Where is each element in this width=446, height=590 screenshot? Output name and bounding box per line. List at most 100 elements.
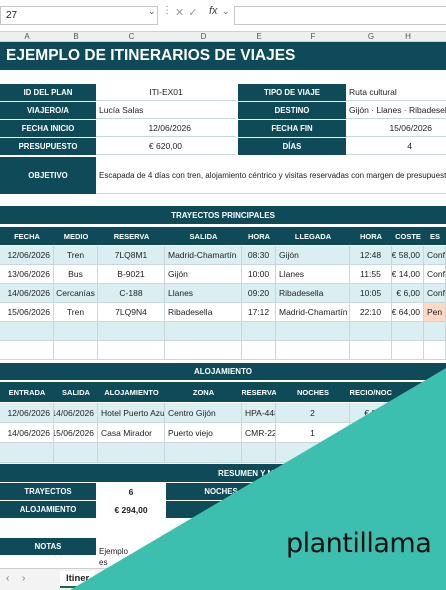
trayectos-cell[interactable]: 12/06/2026: [0, 246, 54, 265]
value-viajero[interactable]: Lucía Salas: [96, 102, 236, 119]
trayectos-cell[interactable]: 09:20: [242, 284, 276, 303]
trayectos-cell[interactable]: € 14,00: [392, 265, 424, 284]
sheet-tab-itinerario[interactable]: Itiner: [60, 571, 96, 588]
value-fecha-fin[interactable]: 15/06/2026: [346, 120, 446, 137]
trayectos-cell[interactable]: Pen: [424, 303, 446, 322]
trayectos-cell[interactable]: 7LQ9N4: [98, 303, 165, 322]
trayectos-cell[interactable]: [165, 341, 242, 360]
formula-input[interactable]: [234, 6, 446, 25]
alojamiento-cell[interactable]: 12/06/2026: [0, 403, 54, 423]
column-header[interactable]: A: [0, 32, 54, 42]
alojamiento-cell[interactable]: Hotel Puerto Azul: [98, 403, 165, 423]
trayectos-cell[interactable]: [350, 322, 392, 341]
trayectos-cell[interactable]: [276, 341, 350, 360]
alojamiento-cell[interactable]: [392, 443, 446, 463]
trayectos-cell[interactable]: [54, 322, 98, 341]
alojamiento-cell[interactable]: [392, 423, 446, 443]
trayectos-cell[interactable]: € 58,00: [392, 246, 424, 265]
trayectos-cell[interactable]: Tren: [54, 246, 98, 265]
tab-next-icon[interactable]: ›: [22, 573, 25, 584]
trayectos-cell[interactable]: [242, 322, 276, 341]
alojamiento-cell[interactable]: [392, 403, 446, 423]
alojamiento-cell[interactable]: [0, 443, 54, 463]
trayectos-cell[interactable]: [242, 341, 276, 360]
trayectos-cell[interactable]: 10:05: [350, 284, 392, 303]
alojamiento-cell[interactable]: 15/06/2026: [54, 423, 98, 443]
column-header[interactable]: F: [276, 32, 350, 42]
trayectos-cell[interactable]: 08:30: [242, 246, 276, 265]
alojamiento-cell[interactable]: 1: [276, 423, 350, 443]
trayectos-cell[interactable]: Ribadesella: [276, 284, 350, 303]
trayectos-cell[interactable]: 7LQ8M1: [98, 246, 165, 265]
value-tipo-viaje[interactable]: Ruta cultural: [346, 84, 446, 101]
alojamiento-cell[interactable]: [242, 443, 276, 463]
more-icon[interactable]: ⋮: [162, 5, 172, 16]
value-notas[interactable]: Ejemplo: [96, 545, 156, 557]
alojamiento-cell[interactable]: Centro Gijón: [165, 403, 242, 423]
value-presupuesto[interactable]: € 620,00: [96, 138, 236, 155]
value-alojamiento[interactable]: € 294,00: [96, 501, 166, 518]
trayectos-cell[interactable]: [424, 341, 446, 360]
column-header[interactable]: E: [242, 32, 276, 42]
trayectos-cell[interactable]: [350, 341, 392, 360]
trayectos-cell[interactable]: [165, 322, 242, 341]
alojamiento-cell[interactable]: € 92,0: [350, 403, 392, 423]
trayectos-cell[interactable]: Conf: [424, 284, 446, 303]
trayectos-cell[interactable]: 15/06/2026: [0, 303, 54, 322]
trayectos-cell[interactable]: Ribadesella: [165, 303, 242, 322]
alojamiento-cell[interactable]: CMR-2219: [242, 423, 276, 443]
trayectos-cell[interactable]: Madrid-Chamartín: [276, 303, 350, 322]
column-header[interactable]: H: [392, 32, 424, 42]
trayectos-cell[interactable]: [392, 341, 424, 360]
trayectos-cell[interactable]: [54, 341, 98, 360]
alojamiento-cell[interactable]: [98, 443, 165, 463]
trayectos-cell[interactable]: Llanes: [276, 265, 350, 284]
trayectos-cell[interactable]: Gijón: [276, 246, 350, 265]
trayectos-cell[interactable]: [0, 322, 54, 341]
trayectos-cell[interactable]: € 64,00: [392, 303, 424, 322]
alojamiento-cell[interactable]: 14/06/2026: [0, 423, 54, 443]
trayectos-cell[interactable]: 11:55: [350, 265, 392, 284]
trayectos-cell[interactable]: C-188: [98, 284, 165, 303]
column-header[interactable]: B: [54, 32, 98, 42]
alojamiento-cell[interactable]: 2: [276, 403, 350, 423]
value-dias[interactable]: 4: [346, 138, 446, 155]
column-header[interactable]: C: [98, 32, 165, 42]
formula-expand-icon[interactable]: ⌄: [222, 6, 230, 17]
trayectos-cell[interactable]: Bus: [54, 265, 98, 284]
trayectos-cell[interactable]: Gijón: [165, 265, 242, 284]
trayectos-cell[interactable]: B-9021: [98, 265, 165, 284]
trayectos-cell[interactable]: [98, 322, 165, 341]
trayectos-cell[interactable]: Conf: [424, 246, 446, 265]
tab-prev-icon[interactable]: ‹: [6, 573, 9, 584]
trayectos-cell[interactable]: [0, 341, 54, 360]
value-objetivo[interactable]: Escapada de 4 días con tren, alojamiento…: [96, 157, 446, 194]
alojamiento-cell[interactable]: Casa Mirador: [98, 423, 165, 443]
value-fecha-inicio[interactable]: 12/06/2026: [96, 120, 236, 137]
function-icon[interactable]: fx: [209, 5, 218, 17]
trayectos-cell[interactable]: [392, 322, 424, 341]
trayectos-cell[interactable]: € 6,00: [392, 284, 424, 303]
trayectos-cell[interactable]: 14/06/2026: [0, 284, 54, 303]
name-box-dropdown-icon[interactable]: ⌄: [148, 6, 156, 17]
trayectos-cell[interactable]: Tren: [54, 303, 98, 322]
alojamiento-cell[interactable]: [54, 443, 98, 463]
alojamiento-cell[interactable]: [165, 443, 242, 463]
trayectos-cell[interactable]: Madrid-Chamartín: [165, 246, 242, 265]
trayectos-cell[interactable]: 17:12: [242, 303, 276, 322]
trayectos-cell[interactable]: Cercanías: [54, 284, 98, 303]
value-destino[interactable]: Gijón · Llanes · Ribadesella: [346, 102, 446, 119]
column-header[interactable]: G: [350, 32, 392, 42]
alojamiento-cell[interactable]: [350, 443, 392, 463]
alojamiento-cell[interactable]: HPA-4481: [242, 403, 276, 423]
alojamiento-cell[interactable]: [350, 423, 392, 443]
trayectos-cell[interactable]: [424, 322, 446, 341]
alojamiento-cell[interactable]: Puerto viejo: [165, 423, 242, 443]
cancel-confirm-icons[interactable]: ✕✓: [175, 6, 201, 19]
trayectos-cell[interactable]: 13/06/2026: [0, 265, 54, 284]
trayectos-cell[interactable]: 10:00: [242, 265, 276, 284]
trayectos-cell[interactable]: 12:48: [350, 246, 392, 265]
value-id-plan[interactable]: ITI-EX01: [96, 84, 236, 101]
trayectos-cell[interactable]: [276, 322, 350, 341]
name-box[interactable]: 27: [0, 6, 158, 25]
